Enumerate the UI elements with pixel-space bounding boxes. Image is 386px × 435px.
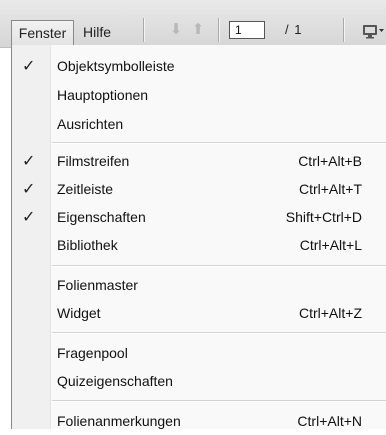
menu-separator — [52, 142, 386, 144]
menu-separator — [52, 265, 386, 267]
menu-item-ausrichten[interactable]: Ausrichten — [12, 110, 386, 138]
menu-item-label: Ausrichten — [57, 116, 124, 132]
menu-item-folienanmerkungen[interactable]: Folienanmerkungen Ctrl+Alt+N — [12, 407, 386, 435]
menu-item-objektsymbolleiste[interactable]: ✓ Objektsymbolleiste — [12, 52, 386, 80]
menu-item-label: Objektsymbolleiste — [57, 58, 175, 74]
toolbar: Fenster Hilfe ⬇ ⬆ / 1 — [0, 0, 386, 48]
page-number-input[interactable] — [229, 21, 265, 39]
menu-separator — [52, 400, 386, 402]
menu-item-fragenpool[interactable]: Fragenpool — [12, 339, 386, 367]
arrow-up-icon[interactable]: ⬆ — [190, 22, 206, 38]
menu-item-shortcut: Ctrl+Alt+B — [298, 153, 362, 169]
menu-item-label: Folienanmerkungen — [57, 413, 181, 429]
checkmark-icon: ✓ — [22, 153, 36, 170]
menu-item-hauptoptionen[interactable]: Hauptoptionen — [12, 81, 386, 109]
menu-item-label: Folienmaster — [57, 277, 138, 293]
menu-item-shortcut: Ctrl+Alt+L — [299, 237, 362, 253]
toolbar-divider — [218, 18, 219, 42]
arrow-down-icon[interactable]: ⬇ — [168, 22, 184, 38]
menu-item-label: Zeitleiste — [57, 181, 114, 197]
menu-item-zeitleiste[interactable]: ✓ Zeitleiste Ctrl+Alt+T — [12, 175, 386, 203]
menu-item-label: Eigenschaften — [57, 209, 146, 225]
checkmark-icon: ✓ — [22, 209, 36, 226]
menu-item-folienmaster[interactable]: Folienmaster — [12, 271, 386, 299]
menu-item-label: Bibliothek — [57, 237, 118, 253]
menu-item-quizeigenschaften[interactable]: Quizeigenschaften — [12, 367, 386, 395]
window-menu-dropdown: ✓ Objektsymbolleiste Hauptoptionen Ausri… — [11, 45, 386, 429]
checkmark-icon: ✓ — [22, 58, 36, 75]
menu-item-shortcut: Ctrl+Alt+T — [298, 181, 362, 197]
menu-fenster[interactable]: Fenster — [11, 20, 74, 45]
menu-item-bibliothek[interactable]: Bibliothek Ctrl+Alt+L — [12, 231, 386, 259]
menu-item-label: Filmstreifen — [57, 153, 130, 169]
menu-item-label: Hauptoptionen — [57, 87, 149, 103]
menu-item-filmstreifen[interactable]: ✓ Filmstreifen Ctrl+Alt+B — [12, 147, 386, 175]
menu-item-label: Fragenpool — [57, 345, 128, 361]
toolbar-divider — [143, 18, 144, 42]
menu-item-shortcut: Shift+Ctrl+D — [285, 209, 362, 225]
toolbar-divider — [343, 18, 344, 42]
screen-dropdown-icon[interactable] — [361, 20, 386, 42]
checkmark-icon: ✓ — [22, 181, 36, 198]
menu-item-shortcut: Ctrl+Alt+Z — [298, 305, 362, 321]
menu-item-label: Widget — [57, 305, 101, 321]
menu-hilfe[interactable]: Hilfe — [83, 20, 111, 45]
page-total: / 1 — [285, 22, 303, 37]
menu-separator — [52, 332, 386, 334]
menu-item-eigenschaften[interactable]: ✓ Eigenschaften Shift+Ctrl+D — [12, 203, 386, 231]
menu-item-widget[interactable]: Widget Ctrl+Alt+Z — [12, 299, 386, 327]
menu-item-label: Quizeigenschaften — [57, 373, 173, 389]
menu-item-shortcut: Ctrl+Alt+N — [297, 413, 362, 429]
